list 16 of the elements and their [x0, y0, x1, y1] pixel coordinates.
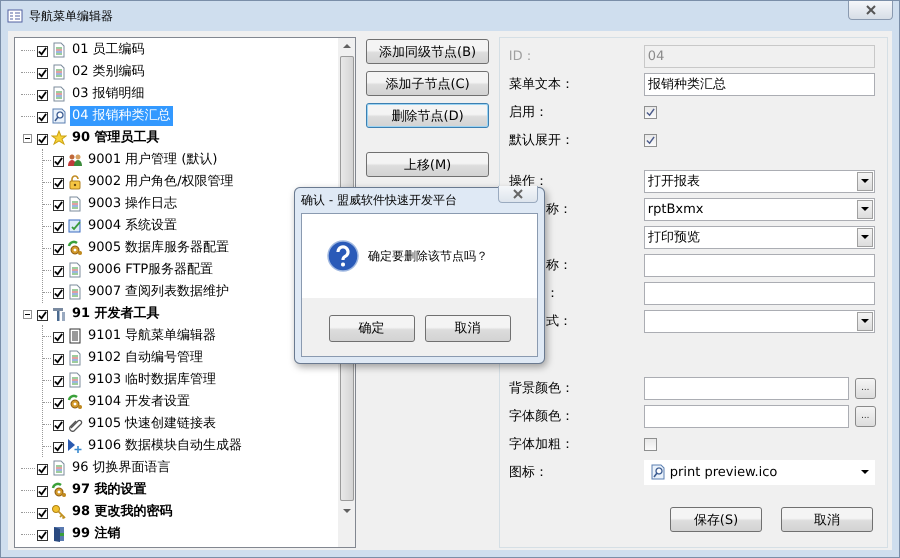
field-label: 称：	[546, 201, 572, 218]
field-label: 启用：	[508, 104, 548, 121]
field-label: 式：	[546, 313, 572, 330]
dialog-title: 确认 - 盟威软件快速开发平台	[301, 192, 457, 209]
field-label: 称：	[546, 257, 572, 274]
field-label: 菜单文本：	[508, 76, 574, 93]
field-label: ：	[546, 285, 559, 302]
field-label: 背景颜色：	[508, 380, 574, 397]
field-label: 图标：	[508, 464, 548, 481]
field-label: 字体加粗：	[508, 436, 574, 453]
dialog-message: 确定要删除该节点吗？	[368, 248, 488, 264]
field-label: 字体颜色：	[508, 408, 574, 425]
field-label: 操作：	[508, 173, 548, 190]
window-title: 导航菜单编辑器	[29, 8, 113, 24]
field-label: ID：	[508, 48, 536, 65]
field-label: 默认展开：	[508, 132, 574, 149]
